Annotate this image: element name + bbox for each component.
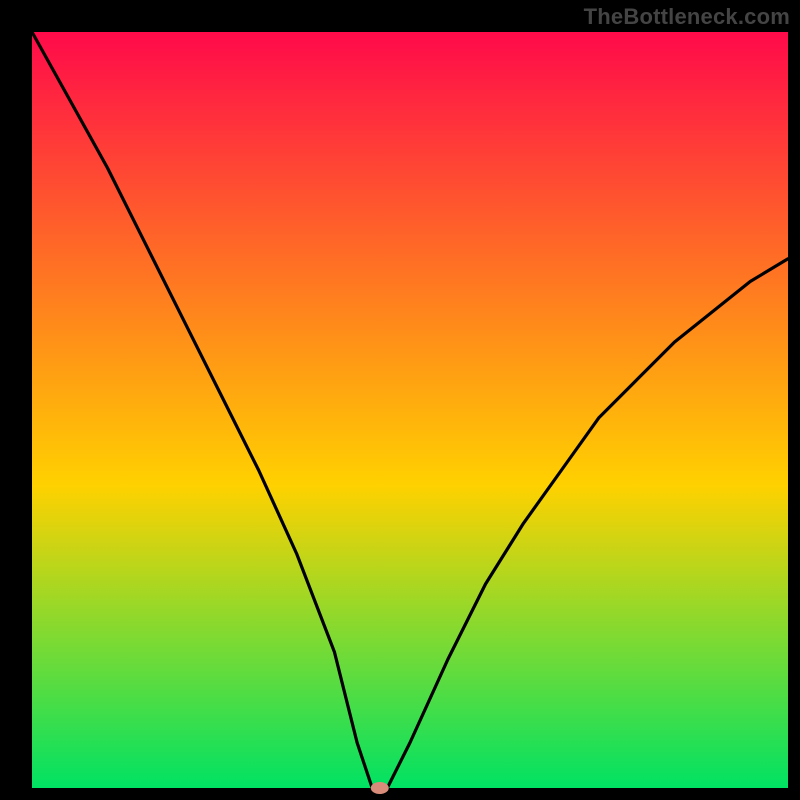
chart-container: TheBottleneck.com — [0, 0, 800, 800]
plot-area — [32, 32, 788, 794]
gradient-background — [32, 32, 788, 788]
optimal-point-marker — [371, 782, 389, 794]
bottleneck-chart — [0, 0, 800, 800]
watermark-label: TheBottleneck.com — [584, 4, 790, 30]
